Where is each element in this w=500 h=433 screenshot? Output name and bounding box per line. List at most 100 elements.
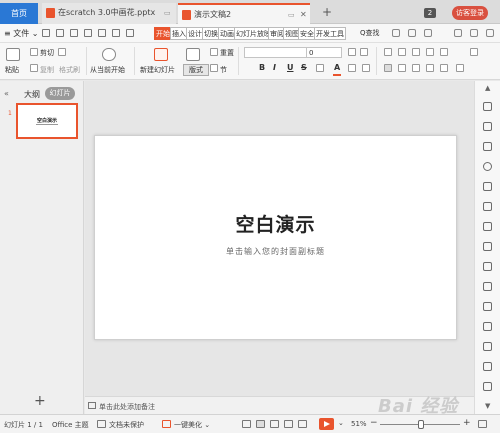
image-icon[interactable] xyxy=(483,262,492,271)
close-tab-icon[interactable]: ✕ xyxy=(300,5,307,24)
location-icon[interactable] xyxy=(483,162,492,171)
notes-toggle-icon[interactable] xyxy=(242,420,251,428)
file-menu[interactable]: ≡ 文件 ⌄ xyxy=(4,28,39,39)
sorter-view-icon[interactable] xyxy=(270,420,279,428)
align-center-icon[interactable] xyxy=(398,64,406,72)
from-current-button[interactable]: 从当前开始 xyxy=(90,65,125,75)
reading-view-icon[interactable] xyxy=(284,420,293,428)
new-tab-button[interactable]: + xyxy=(322,6,332,18)
zoom-slider-handle[interactable] xyxy=(417,420,424,429)
comment-icon[interactable] xyxy=(483,322,492,331)
settings-icon[interactable] xyxy=(483,102,492,111)
scroll-up-icon[interactable]: ▲ xyxy=(485,84,490,92)
search-menu[interactable]: Q查找 xyxy=(360,28,380,38)
edit-shape-icon[interactable] xyxy=(483,142,492,151)
grow-font-icon[interactable] xyxy=(348,48,356,56)
play-from-current-icon[interactable] xyxy=(102,48,116,61)
theme-name[interactable]: Office 主题 xyxy=(52,420,89,430)
paste-button[interactable]: 粘贴 xyxy=(5,65,19,75)
document-tab-scratch[interactable]: 在scratch 3.0中画花.pptx ▭ xyxy=(42,3,176,24)
outline-tab[interactable]: 大纲 xyxy=(24,89,40,100)
document-tab-presentation2[interactable]: 演示文稿2 ▭ ✕ xyxy=(178,3,310,24)
gallery-icon[interactable] xyxy=(483,362,492,371)
save-icon[interactable] xyxy=(42,29,50,37)
scroll-down-icon[interactable]: ▼ xyxy=(485,402,490,410)
format-painter-button[interactable]: 格式刷 xyxy=(59,65,80,75)
notes-placeholder[interactable]: 单击此处添加备注 xyxy=(99,402,155,412)
one-click-beautify[interactable]: 一键美化 ⌄ xyxy=(174,420,210,430)
theater-view-icon[interactable] xyxy=(298,420,307,428)
more-menu-icon[interactable] xyxy=(470,29,478,37)
zoom-out-icon[interactable]: − xyxy=(370,418,378,428)
highlight-icon[interactable] xyxy=(362,64,370,72)
media-icon[interactable] xyxy=(483,342,492,351)
new-slide-button[interactable]: 新建幻灯片 xyxy=(140,65,175,75)
collapse-panel-icon[interactable]: « xyxy=(4,89,9,98)
slides-tab[interactable]: 幻灯片 xyxy=(45,87,75,100)
slide-title[interactable]: 空白演示 xyxy=(95,210,456,237)
window-count-badge[interactable]: 2 xyxy=(424,8,436,18)
bullet-list-icon[interactable] xyxy=(384,48,392,56)
font-color-button[interactable]: A xyxy=(334,63,340,72)
more-quick-icon[interactable] xyxy=(126,29,134,37)
section-button[interactable]: 节 xyxy=(220,65,227,75)
numbered-list-icon[interactable] xyxy=(398,48,406,56)
more-tools-icon[interactable] xyxy=(483,382,492,391)
zoom-in-icon[interactable]: + xyxy=(463,418,471,428)
cut-button[interactable]: 剪切 xyxy=(40,48,54,58)
cloud-sync-icon[interactable] xyxy=(392,29,400,37)
slide-thumbnail[interactable]: 空白演示 xyxy=(16,103,78,139)
play-options-icon[interactable]: ⌄ xyxy=(338,419,344,427)
reset-button[interactable]: 重置 xyxy=(220,48,234,58)
distribute-icon[interactable] xyxy=(440,64,448,72)
normal-view-icon[interactable] xyxy=(256,420,265,428)
tab-developer[interactable]: 开发工具 xyxy=(314,27,346,40)
grid-icon[interactable] xyxy=(483,202,492,211)
collaborate-icon[interactable] xyxy=(408,29,416,37)
share-icon[interactable] xyxy=(424,29,432,37)
chart-icon[interactable] xyxy=(483,242,492,251)
bold-button[interactable]: B xyxy=(259,63,265,72)
increase-indent-icon[interactable] xyxy=(426,48,434,56)
layout-icon[interactable] xyxy=(186,48,200,61)
layout-button[interactable]: 版式 xyxy=(183,64,209,76)
copy-button[interactable]: 复制 xyxy=(40,65,54,75)
print-icon[interactable] xyxy=(56,29,64,37)
document-protection[interactable]: 文档未保护 xyxy=(109,420,144,430)
fit-window-icon[interactable] xyxy=(478,420,487,428)
font-name-select[interactable] xyxy=(244,47,312,58)
guest-login-button[interactable]: 访客登录 xyxy=(452,6,488,20)
new-slide-icon[interactable] xyxy=(154,48,168,61)
play-slideshow-button[interactable] xyxy=(319,418,334,430)
undo-icon[interactable] xyxy=(98,29,106,37)
text-direction-icon[interactable] xyxy=(456,64,464,72)
table-icon[interactable] xyxy=(483,222,492,231)
home-tab[interactable]: 首页 xyxy=(0,3,38,24)
collapse-ribbon-icon[interactable] xyxy=(486,29,494,37)
help-icon[interactable] xyxy=(454,29,462,37)
superscript-icon[interactable] xyxy=(316,64,324,72)
add-slide-button[interactable]: + xyxy=(34,394,46,408)
shrink-font-icon[interactable] xyxy=(360,48,368,56)
export-pdf-icon[interactable] xyxy=(70,29,78,37)
redo-icon[interactable] xyxy=(112,29,120,37)
font-size-select[interactable]: 0 xyxy=(306,47,342,58)
paste-icon[interactable] xyxy=(6,48,20,61)
clear-format-icon[interactable] xyxy=(348,64,356,72)
select-icon[interactable] xyxy=(483,122,492,131)
justify-icon[interactable] xyxy=(426,64,434,72)
slide-subtitle[interactable]: 单击输入您的封面副标题 xyxy=(95,246,456,257)
decrease-indent-icon[interactable] xyxy=(412,48,420,56)
align-right-icon[interactable] xyxy=(412,64,420,72)
send-icon[interactable] xyxy=(483,302,492,311)
crop-icon[interactable] xyxy=(483,282,492,291)
slide-canvas[interactable]: 空白演示 单击输入您的封面副标题 xyxy=(94,135,457,340)
preview-icon[interactable] xyxy=(84,29,92,37)
align-left-icon[interactable] xyxy=(384,64,392,72)
columns-icon[interactable] xyxy=(470,48,478,56)
line-spacing-icon[interactable] xyxy=(440,48,448,56)
layers-icon[interactable] xyxy=(483,182,492,191)
italic-button[interactable]: I xyxy=(273,63,276,72)
strikethrough-button[interactable]: S xyxy=(301,63,307,72)
zoom-level[interactable]: 51% xyxy=(351,420,367,428)
